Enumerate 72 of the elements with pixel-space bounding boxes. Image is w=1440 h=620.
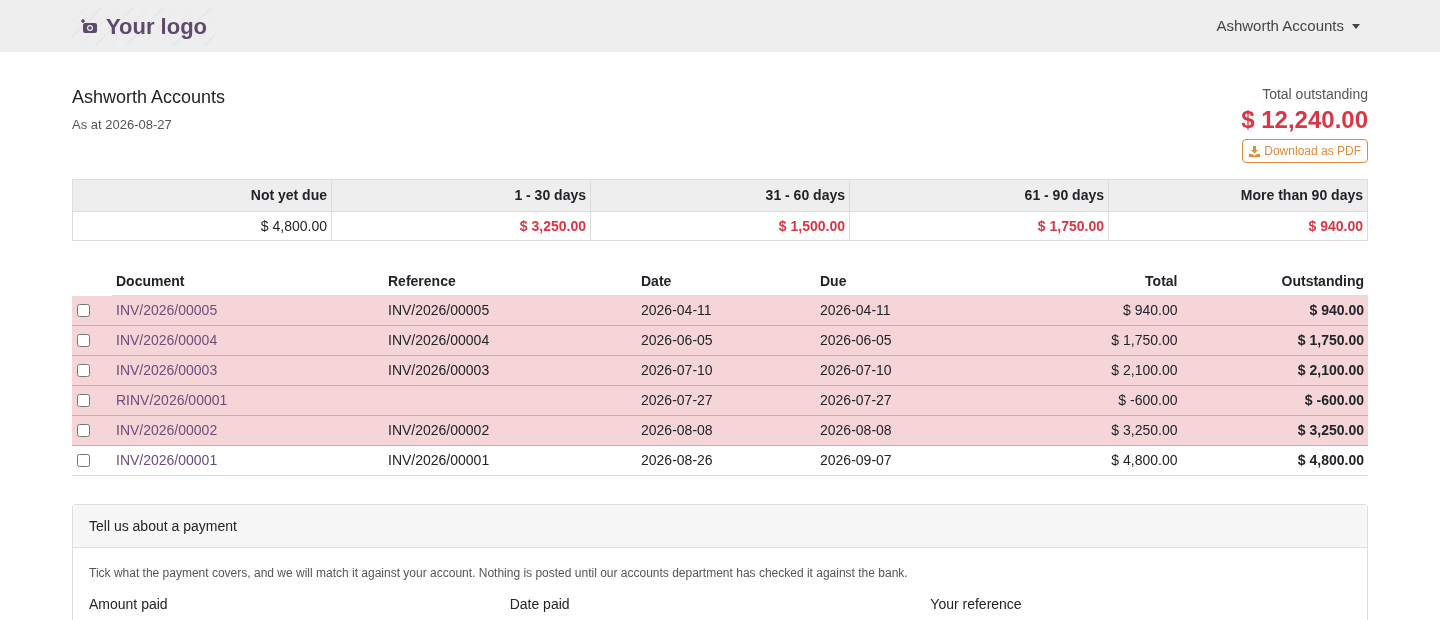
customer-name: Ashworth Accounts	[72, 86, 226, 109]
column-header: Due	[816, 267, 995, 296]
account-menu[interactable]: Ashworth Accounts	[1216, 14, 1368, 38]
camera-icon	[80, 18, 98, 34]
table-cell: INV/2026/00005	[388, 302, 490, 318]
table-cell: 2026-07-10	[820, 362, 892, 378]
card-description: Tick what the payment covers, and we will match it against your account. Nothing is posted until our accounts department has checked it against the bank.	[89, 565, 909, 582]
column-header: Total	[995, 267, 1182, 296]
table-cell: 2026-07-27	[820, 392, 892, 408]
row-checkbox[interactable]	[77, 424, 90, 437]
table-cell: $ 940.00	[1123, 302, 1178, 318]
table-cell: $ 3,250.00	[1111, 422, 1178, 438]
table-cell: INV/2026/00003	[388, 362, 490, 378]
column-header: Document	[112, 267, 384, 296]
row-checkbox[interactable]	[77, 364, 90, 377]
table-cell: $ 3,250.00	[1297, 422, 1364, 438]
table-cell: INV/2026/00004	[388, 332, 490, 348]
document-link[interactable]: INV/2026/00001	[116, 452, 218, 468]
table-cell: 2026-09-07	[820, 452, 892, 468]
column-header: Outstanding	[1181, 267, 1368, 296]
table-cell: $ 1,750.00	[1111, 332, 1178, 348]
row-checkbox[interactable]	[77, 394, 90, 407]
aging-cell: $ 4,800.00	[72, 211, 332, 241]
aging-header: More than 90 days	[1108, 179, 1368, 212]
field-label: Amount paid	[89, 596, 168, 612]
as-at-date: As at 2026-08-27	[72, 116, 173, 134]
total-label: Total outstanding	[1262, 85, 1368, 104]
row-checkbox[interactable]	[77, 454, 90, 467]
aging-cell: $ 940.00	[1108, 211, 1368, 241]
table-cell: 2026-04-11	[641, 302, 712, 318]
table-cell: 2026-06-05	[641, 332, 713, 348]
table-cell: INV/2026/00002	[388, 422, 490, 438]
document-link[interactable]: INV/2026/00003	[116, 362, 218, 378]
logo[interactable]: Your logo	[72, 7, 216, 45]
caret-icon	[1352, 23, 1360, 29]
table-cell: 2026-08-26	[641, 452, 713, 468]
total-outstanding: $ 12,240.00	[1241, 105, 1368, 135]
table-cell: $ 4,800.00	[1111, 452, 1178, 468]
download-icon	[1249, 145, 1261, 157]
aging-header: Not yet due	[72, 179, 332, 212]
table-cell: $ 4,800.00	[1297, 452, 1364, 468]
row-checkbox[interactable]	[77, 334, 90, 347]
document-link[interactable]: INV/2026/00005	[116, 302, 218, 318]
table-cell: $ 2,100.00	[1297, 362, 1364, 378]
card-title: Tell us about a payment	[89, 518, 237, 534]
document-link[interactable]: RINV/2026/00001	[116, 392, 228, 408]
aging-header: 61 - 90 days	[849, 179, 1109, 212]
table-cell: $ -600.00	[1304, 392, 1364, 408]
column-header: Date	[637, 267, 816, 296]
table-cell: 2026-04-11	[820, 302, 891, 318]
field-label: Date paid	[509, 596, 570, 612]
table-cell: 2026-08-08	[820, 422, 892, 438]
table-cell: $ 2,100.00	[1111, 362, 1178, 378]
row-checkbox[interactable]	[77, 303, 90, 317]
document-link[interactable]: INV/2026/00002	[116, 422, 218, 438]
table-cell: 2026-08-08	[641, 422, 713, 438]
aging-cell: $ 1,500.00	[590, 211, 850, 241]
aging-header: 31 - 60 days	[590, 179, 850, 212]
aging-header: 1 - 30 days	[331, 179, 591, 212]
aging-cell: $ 3,250.00	[331, 211, 591, 241]
table-cell: INV/2026/00001	[388, 452, 490, 468]
table-cell: 2026-07-10	[641, 362, 713, 378]
download-button[interactable]: Download as PDF	[1242, 139, 1368, 163]
table-cell: $ 1,750.00	[1297, 332, 1364, 348]
table-cell: $ -600.00	[1118, 392, 1178, 408]
table-cell: 2026-07-27	[641, 392, 713, 408]
field-label: Your reference	[930, 596, 1022, 612]
aging-cell: $ 1,750.00	[849, 211, 1109, 241]
table-cell: $ 940.00	[1309, 302, 1364, 318]
column-header: Reference	[384, 267, 637, 296]
table-cell: 2026-06-05	[820, 332, 892, 348]
document-link[interactable]: INV/2026/00004	[116, 332, 218, 348]
